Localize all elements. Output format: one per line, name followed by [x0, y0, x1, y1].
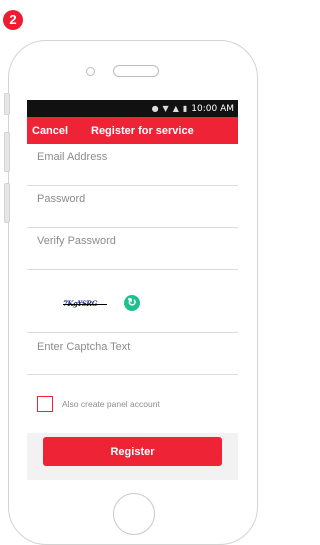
captcha-placeholder: Enter Captcha Text — [37, 341, 131, 353]
phone-volume-up — [4, 132, 10, 172]
panel-account-checkbox[interactable] — [37, 396, 53, 412]
status-bar: ● ▼ ▲ ▮ 10:00 AM — [27, 100, 238, 117]
password-field[interactable]: Password — [27, 186, 238, 228]
page-title: Register for service — [91, 124, 194, 137]
captcha-strike — [63, 304, 107, 305]
email-placeholder: Email Address — [37, 151, 108, 163]
speaker-grill — [113, 65, 159, 77]
panel-account-row: Also create panel account — [27, 375, 238, 433]
signal-icon: ▲ — [172, 104, 179, 113]
status-time: 10:00 AM — [191, 103, 234, 114]
email-field[interactable]: Email Address — [27, 144, 238, 186]
panel-account-label: Also create panel account — [62, 399, 160, 409]
phone-screen: ● ▼ ▲ ▮ 10:00 AM Cancel Register for ser… — [27, 100, 238, 480]
verify-password-field[interactable]: Verify Password — [27, 228, 238, 270]
battery-icon: ▮ — [182, 104, 188, 113]
phone-volume-down — [4, 183, 10, 223]
refresh-icon[interactable]: ↻ — [124, 295, 140, 311]
captcha-input[interactable]: Enter Captcha Text — [27, 333, 238, 375]
app-header: Cancel Register for service — [27, 117, 238, 144]
home-button — [113, 493, 155, 535]
step-badge: 2 — [3, 10, 23, 30]
vibrate-icon: ● — [151, 104, 159, 113]
captcha-area: 7Kg¥SRG ↻ — [27, 270, 238, 333]
camera-icon — [86, 67, 95, 76]
wifi-icon: ▼ — [162, 104, 169, 113]
captcha-image: 7Kg¥SRG — [63, 299, 107, 309]
password-placeholder: Password — [37, 193, 86, 205]
phone-side-button — [4, 93, 10, 115]
cancel-button[interactable]: Cancel — [32, 125, 87, 137]
register-button[interactable]: Register — [43, 437, 222, 466]
verify-password-placeholder: Verify Password — [37, 235, 116, 247]
footer-area: Register — [27, 433, 238, 478]
